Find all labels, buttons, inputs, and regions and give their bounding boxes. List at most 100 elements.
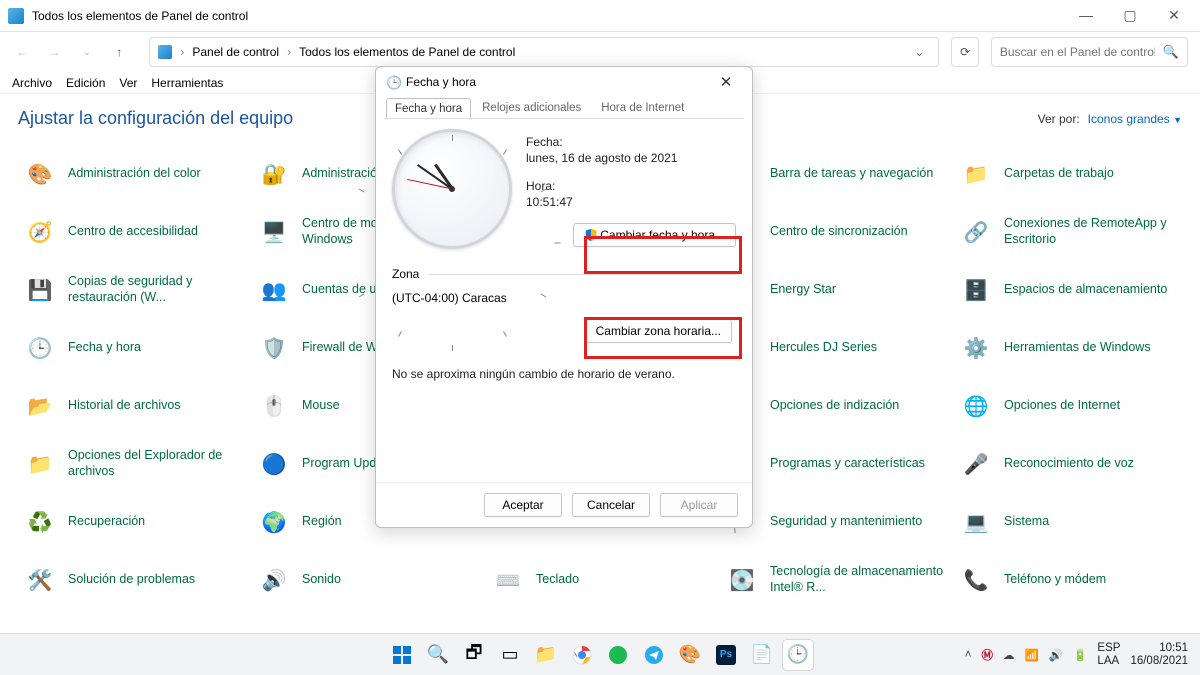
control-panel-item[interactable]: 🛠️Solución de problemas — [18, 553, 246, 607]
volume-icon[interactable]: 🔊 — [1049, 648, 1063, 662]
spotify-icon[interactable] — [603, 640, 633, 670]
control-panel-item[interactable]: 📞 Teléfono y módem — [954, 553, 1182, 607]
cancel-button[interactable]: Cancelar — [572, 493, 650, 517]
item-label: Mouse — [302, 398, 340, 414]
item-label: Copias de seguridad y restauración (W... — [68, 274, 242, 305]
item-icon: 🌍 — [256, 504, 292, 540]
item-label: Centro de sincronización — [770, 224, 908, 240]
widgets-button[interactable]: ▭ — [495, 640, 525, 670]
system-tray: ˄ Ⓜ ☁ 📶 🔊 🔋 ESPLAA 10:5116/08/2021 — [965, 642, 1200, 667]
item-label: Energy Star — [770, 282, 836, 298]
control-panel-item[interactable]: 🎨Administración del color — [18, 147, 246, 201]
control-panel-item[interactable]: 📂Historial de archivos — [18, 379, 246, 433]
control-panel-item[interactable]: 💻 Sistema — [954, 495, 1182, 549]
menu-view[interactable]: Ver — [119, 76, 137, 90]
menu-edit[interactable]: Edición — [66, 76, 105, 90]
control-panel-icon — [158, 45, 172, 59]
control-panel-item[interactable]: 🕒Fecha y hora — [18, 321, 246, 375]
item-icon: 📞 — [958, 562, 994, 598]
control-panel-item[interactable]: 🗄️Espacios de almacenamiento — [954, 263, 1182, 317]
item-icon: 🌐 — [958, 388, 994, 424]
menu-file[interactable]: Archivo — [12, 76, 52, 90]
control-panel-item[interactable]: 🔊Sonido — [252, 553, 480, 607]
battery-icon[interactable]: 🔋 — [1073, 648, 1087, 662]
chrome-icon[interactable] — [567, 640, 597, 670]
dialog-titlebar: 🕒 Fecha y hora ✕ — [376, 67, 752, 97]
control-panel-item[interactable]: 🔗Conexiones de RemoteApp y Escritorio — [954, 205, 1182, 259]
change-timezone-button[interactable]: Cambiar zona horaria... — [585, 319, 732, 343]
control-panel-item[interactable]: 🔍Opciones de indización — [720, 379, 948, 433]
search-input[interactable] — [1000, 45, 1155, 59]
control-panel-item[interactable]: ⌨️Teclado — [486, 553, 714, 607]
apply-button[interactable]: Aplicar — [660, 493, 738, 517]
mcafee-icon[interactable]: Ⓜ — [981, 647, 993, 663]
recent-button[interactable]: ⌄ — [77, 40, 97, 64]
tab-date-time[interactable]: Fecha y hora — [386, 98, 471, 119]
item-icon: ⚙️ — [958, 330, 994, 366]
item-label: Teléfono y módem — [1004, 572, 1106, 588]
dialog-close-button[interactable]: ✕ — [710, 73, 742, 91]
time-value: 10:51:47 — [526, 195, 736, 209]
ok-button[interactable]: Aceptar — [484, 493, 562, 517]
control-panel-item[interactable]: 🧭Centro de accesibilidad — [18, 205, 246, 259]
file-explorer-icon[interactable]: 📁 — [531, 640, 561, 670]
control-panel-item[interactable]: ⚙️Herramientas de Windows — [954, 321, 1182, 375]
viewby-dropdown[interactable]: Iconos grandes ▼ — [1088, 112, 1182, 126]
item-icon: 👥 — [256, 272, 292, 308]
onedrive-icon[interactable]: ☁ — [1003, 648, 1015, 662]
control-panel-item[interactable]: 🗔Barra de tareas y navegación — [720, 147, 948, 201]
search-button[interactable]: 🔍 — [423, 640, 453, 670]
dialog-button-row: Aceptar Cancelar Aplicar — [376, 482, 752, 527]
control-panel-item[interactable]: ⭐Energy Star — [720, 263, 948, 317]
task-view-button[interactable]: 🗗 — [459, 640, 489, 670]
item-icon: 🧭 — [22, 214, 58, 250]
date-time-taskbar-icon[interactable]: 🕒 — [783, 640, 813, 670]
photoshop-icon[interactable]: Ps — [711, 640, 741, 670]
search-box[interactable]: 🔍 — [991, 37, 1188, 67]
item-icon: 🎤 — [958, 446, 994, 482]
item-icon: 🎨 — [22, 156, 58, 192]
window-title: Todos los elementos de Panel de control — [32, 9, 248, 23]
date-time-dialog: 🕒 Fecha y hora ✕ Fecha y hora Relojes ad… — [375, 66, 753, 528]
item-icon: 💻 — [958, 504, 994, 540]
maximize-button[interactable]: ▢ — [1120, 7, 1140, 24]
page-title: Ajustar la configuración del equipo — [18, 108, 293, 129]
control-panel-item[interactable]: 📦Programas y características — [720, 437, 948, 491]
paint-icon[interactable]: 🎨 — [675, 640, 705, 670]
item-label: Sistema — [1004, 514, 1049, 530]
control-panel-item[interactable]: 💽Tecnología de almacenamiento Intel® R..… — [720, 553, 948, 607]
control-panel-item[interactable]: 💾Copias de seguridad y restauración (W..… — [18, 263, 246, 317]
forward-button[interactable]: → — [44, 40, 64, 64]
search-icon[interactable]: 🔍 — [1163, 44, 1179, 60]
address-bar[interactable]: › Panel de control › Todos los elementos… — [149, 37, 939, 67]
control-panel-item[interactable]: 📁Opciones del Explorador de archivos — [18, 437, 246, 491]
control-panel-item[interactable]: ♻️Recuperación — [18, 495, 246, 549]
tab-additional-clocks[interactable]: Relojes adicionales — [473, 97, 590, 118]
control-panel-item[interactable]: 🔄Centro de sincronización — [720, 205, 948, 259]
item-icon: 🔗 — [958, 214, 994, 250]
breadcrumb-item[interactable]: Todos los elementos de Panel de control — [299, 45, 515, 59]
control-panel-item[interactable]: 🎤Reconocimiento de voz — [954, 437, 1182, 491]
refresh-button[interactable]: ⟳ — [951, 37, 978, 67]
address-history-button[interactable]: ⌄ — [908, 45, 930, 59]
minimize-button[interactable]: — — [1076, 7, 1096, 24]
item-icon: 🕒 — [22, 330, 58, 366]
menu-tools[interactable]: Herramientas — [151, 76, 223, 90]
control-panel-item[interactable]: 🏳️Seguridad y mantenimiento — [720, 495, 948, 549]
control-panel-item[interactable]: 🌐Opciones de Internet — [954, 379, 1182, 433]
tab-internet-time[interactable]: Hora de Internet — [592, 97, 693, 118]
up-button[interactable]: ↑ — [109, 40, 129, 64]
language-indicator[interactable]: ESPLAA — [1097, 642, 1120, 667]
app-icon[interactable]: 📄 — [747, 640, 777, 670]
back-button[interactable]: ← — [12, 40, 32, 64]
start-button[interactable] — [387, 640, 417, 670]
breadcrumb-item[interactable]: Panel de control — [192, 45, 279, 59]
telegram-icon[interactable] — [639, 640, 669, 670]
tray-chevron-icon[interactable]: ˄ — [965, 649, 972, 661]
change-date-time-button[interactable]: Cambiar fecha y hora... — [573, 223, 736, 247]
wifi-icon[interactable]: 📶 — [1024, 648, 1038, 662]
close-button[interactable]: ✕ — [1164, 7, 1184, 24]
control-panel-item[interactable]: 📁Carpetas de trabajo — [954, 147, 1182, 201]
control-panel-item[interactable]: 🎛️Hercules DJ Series — [720, 321, 948, 375]
taskbar-clock[interactable]: 10:5116/08/2021 — [1130, 642, 1188, 667]
